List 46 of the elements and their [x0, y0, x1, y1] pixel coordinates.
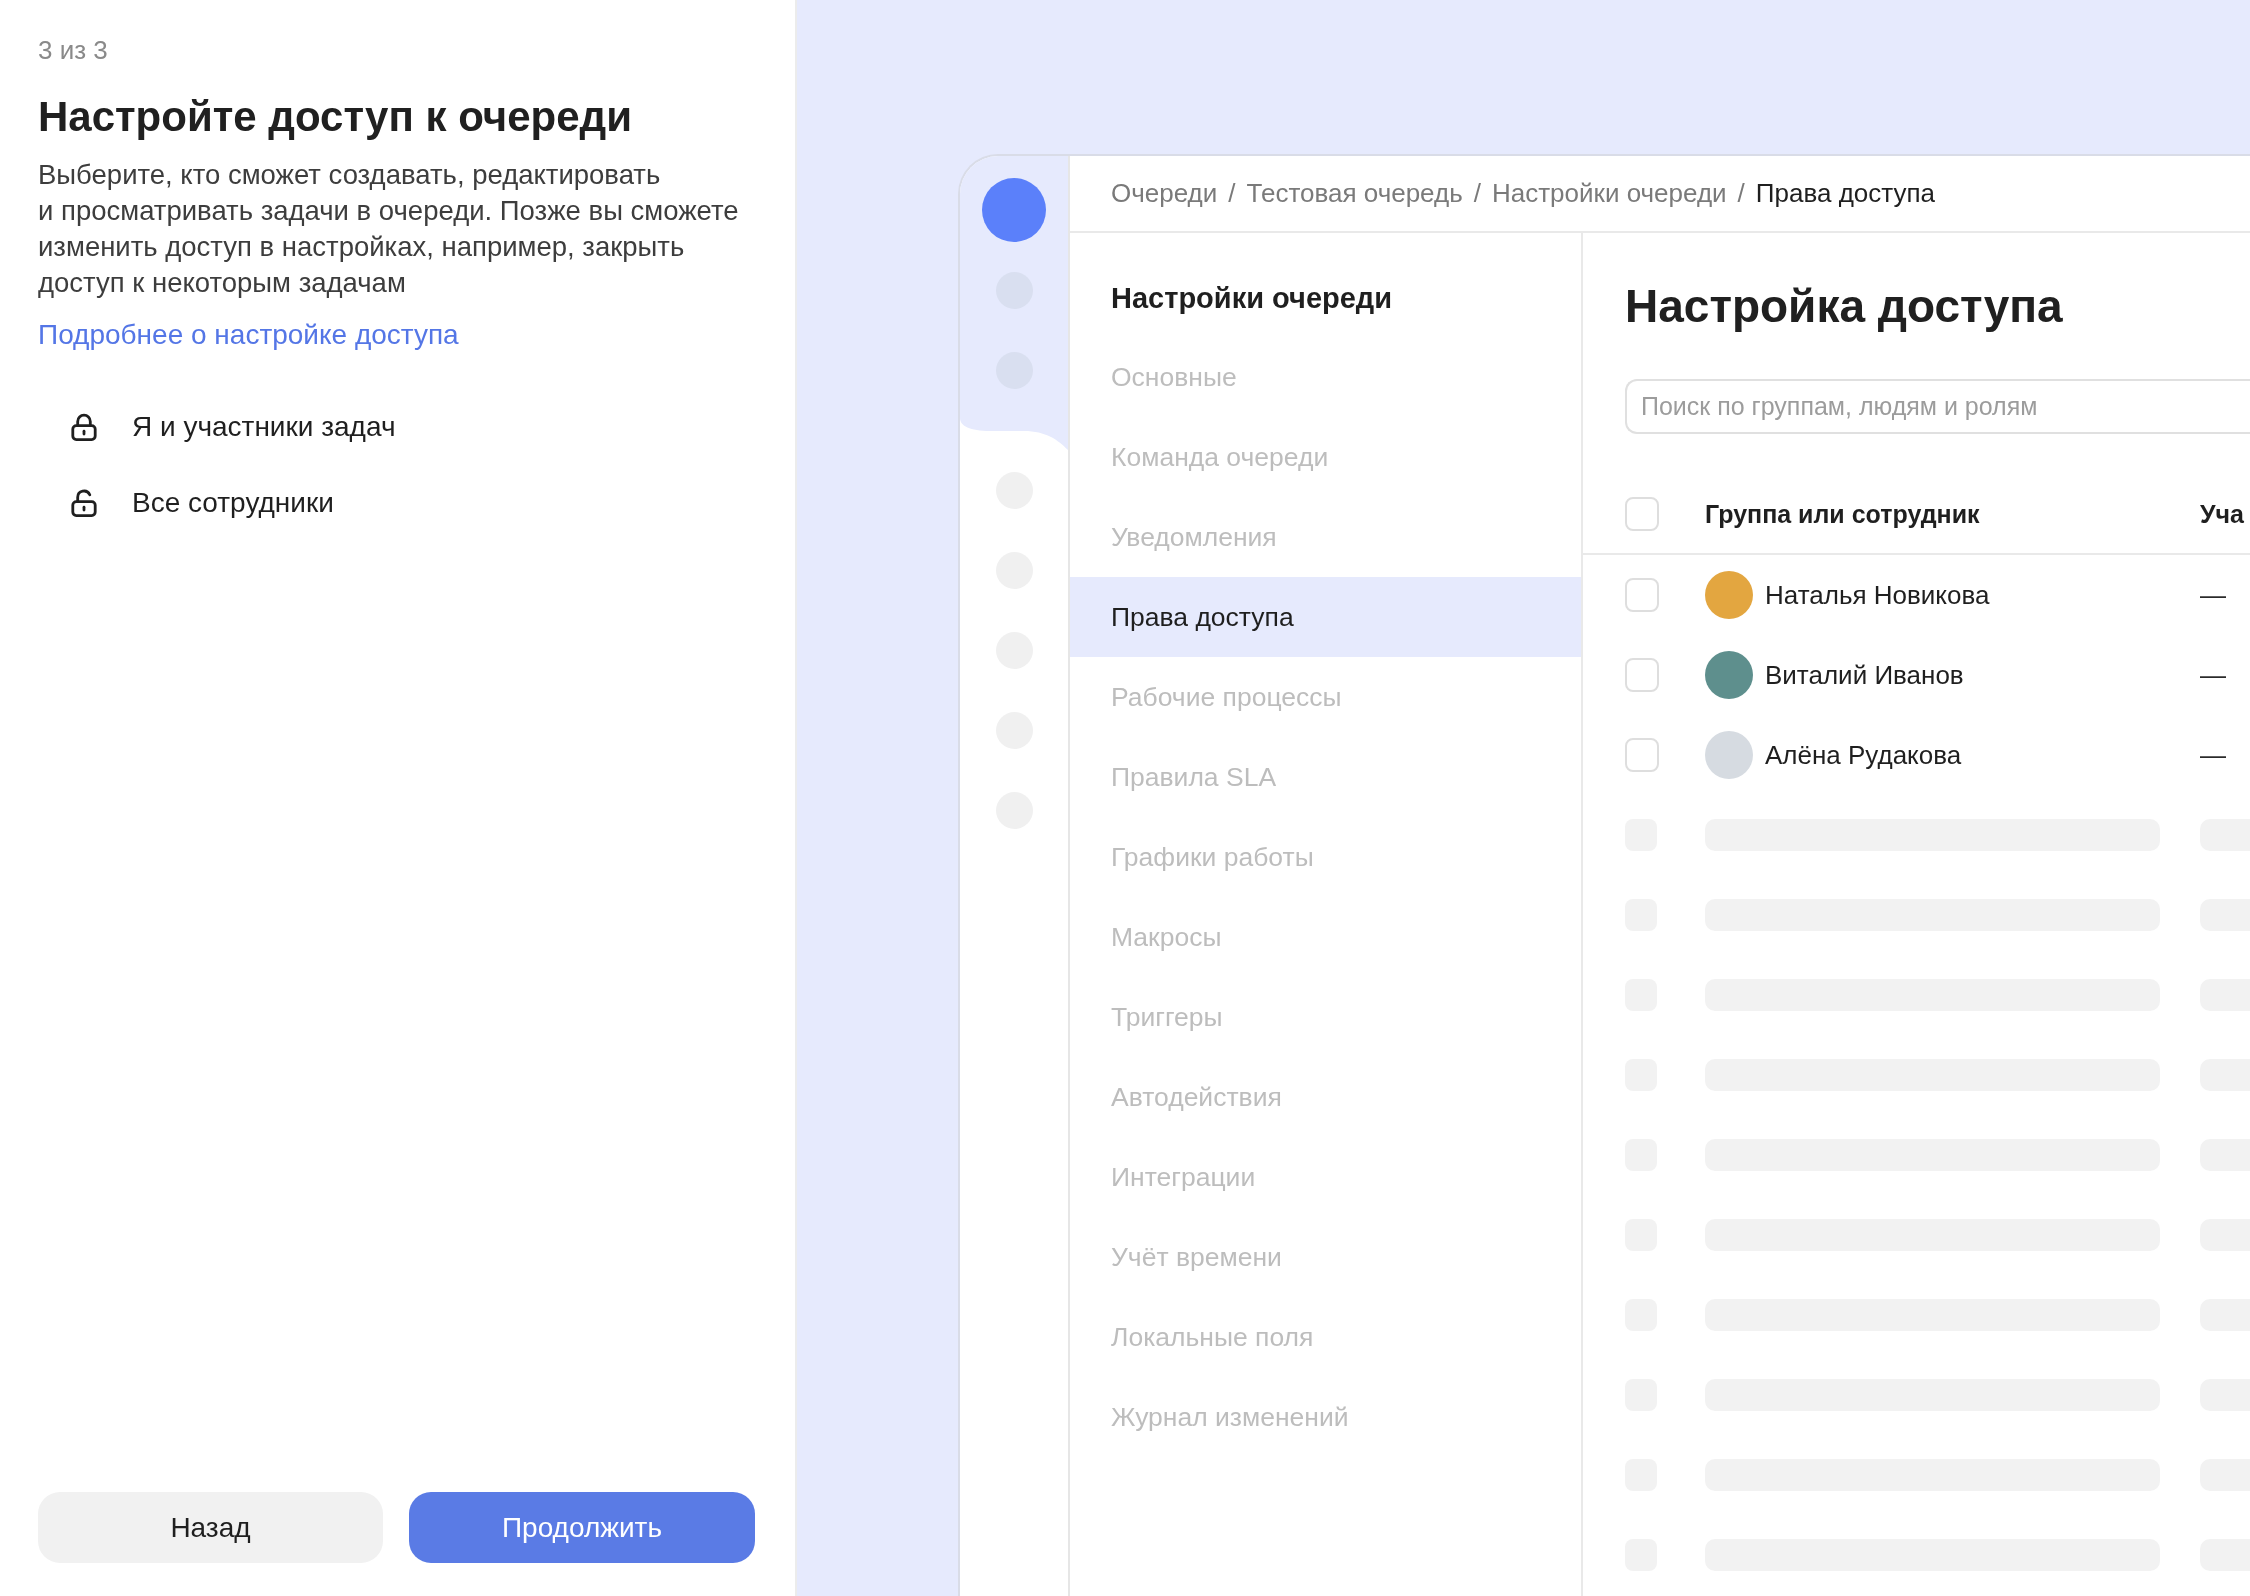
back-button[interactable]: Назад	[38, 1492, 383, 1563]
person-name: Алёна Рудакова	[1765, 739, 1962, 771]
table-cell: —	[2200, 659, 2226, 691]
sidebar-item[interactable]: Уведомления	[1070, 497, 1581, 577]
breadcrumb-item[interactable]: Очереди	[1111, 178, 1218, 209]
lock-icon	[70, 413, 98, 441]
table-cell: —	[2200, 579, 2226, 611]
breadcrumb-separator: /	[1228, 178, 1236, 209]
search-field[interactable]: Поиск по группам, людям и ролям	[1625, 379, 2250, 434]
column-header: Группа или сотрудник	[1705, 499, 1980, 529]
breadcrumb-item[interactable]: Тестовая очередь	[1246, 178, 1463, 209]
sidebar-item[interactable]: Учёт времени	[1070, 1217, 1581, 1297]
sidebar-item[interactable]: Права доступа	[1070, 577, 1581, 657]
sidebar-item[interactable]: Рабочие процессы	[1070, 657, 1581, 737]
person-name: Виталий Иванов	[1765, 659, 1964, 691]
sidebar-item[interactable]: Журнал изменений	[1070, 1377, 1581, 1457]
unlocked-lock-icon	[70, 489, 98, 517]
table-cell: —	[2200, 739, 2226, 771]
row-checkbox[interactable]	[1625, 658, 1659, 692]
continue-button[interactable]: Продолжить	[409, 1492, 755, 1563]
step-counter: 3 из 3	[38, 34, 108, 66]
person-name: Наталья Новикова	[1765, 579, 1990, 611]
breadcrumb-item[interactable]: Настройки очереди	[1491, 178, 1727, 209]
sidebar-item[interactable]: Интеграции	[1070, 1137, 1581, 1217]
breadcrumb-separator: /	[1473, 178, 1481, 209]
breadcrumb-item[interactable]: Права доступа	[1755, 178, 1936, 209]
sidebar-item[interactable]: Триггеры	[1070, 977, 1581, 1057]
header-checkbox[interactable]	[1625, 497, 1659, 531]
sidebar-item[interactable]: Локальные поля	[1070, 1297, 1581, 1377]
description-text: Выберите, кто сможет создавать, редактировать и просматривать задачи в очереди. Позже вы сможете изменить доступ в настройках, например, закрыть доступ к некоторым задачам	[38, 158, 740, 300]
help-link[interactable]: Подробнее о настройке доступа	[38, 317, 459, 353]
page-title: Настройте доступ к очереди	[38, 92, 632, 142]
section-title: Настройка доступа	[1625, 279, 2063, 334]
sidebar-item[interactable]: Основные	[1070, 337, 1581, 417]
sidebar-item[interactable]: Автодействия	[1070, 1057, 1581, 1137]
access-option[interactable]: Я и участники задач	[70, 411, 396, 443]
sidebar-item[interactable]: Команда очереди	[1070, 417, 1581, 497]
row-checkbox[interactable]	[1625, 738, 1659, 772]
sidebar-item[interactable]: Правила SLA	[1070, 737, 1581, 817]
breadcrumb-separator: /	[1737, 178, 1745, 209]
sidebar-item[interactable]: Макросы	[1070, 897, 1581, 977]
access-option[interactable]: Все сотрудники	[70, 487, 334, 519]
row-checkbox[interactable]	[1625, 578, 1659, 612]
sidebar-heading: Настройки очереди	[1110, 281, 1393, 316]
column-header: Уча	[2200, 499, 2244, 529]
sidebar-item[interactable]: Графики работы	[1070, 817, 1581, 897]
